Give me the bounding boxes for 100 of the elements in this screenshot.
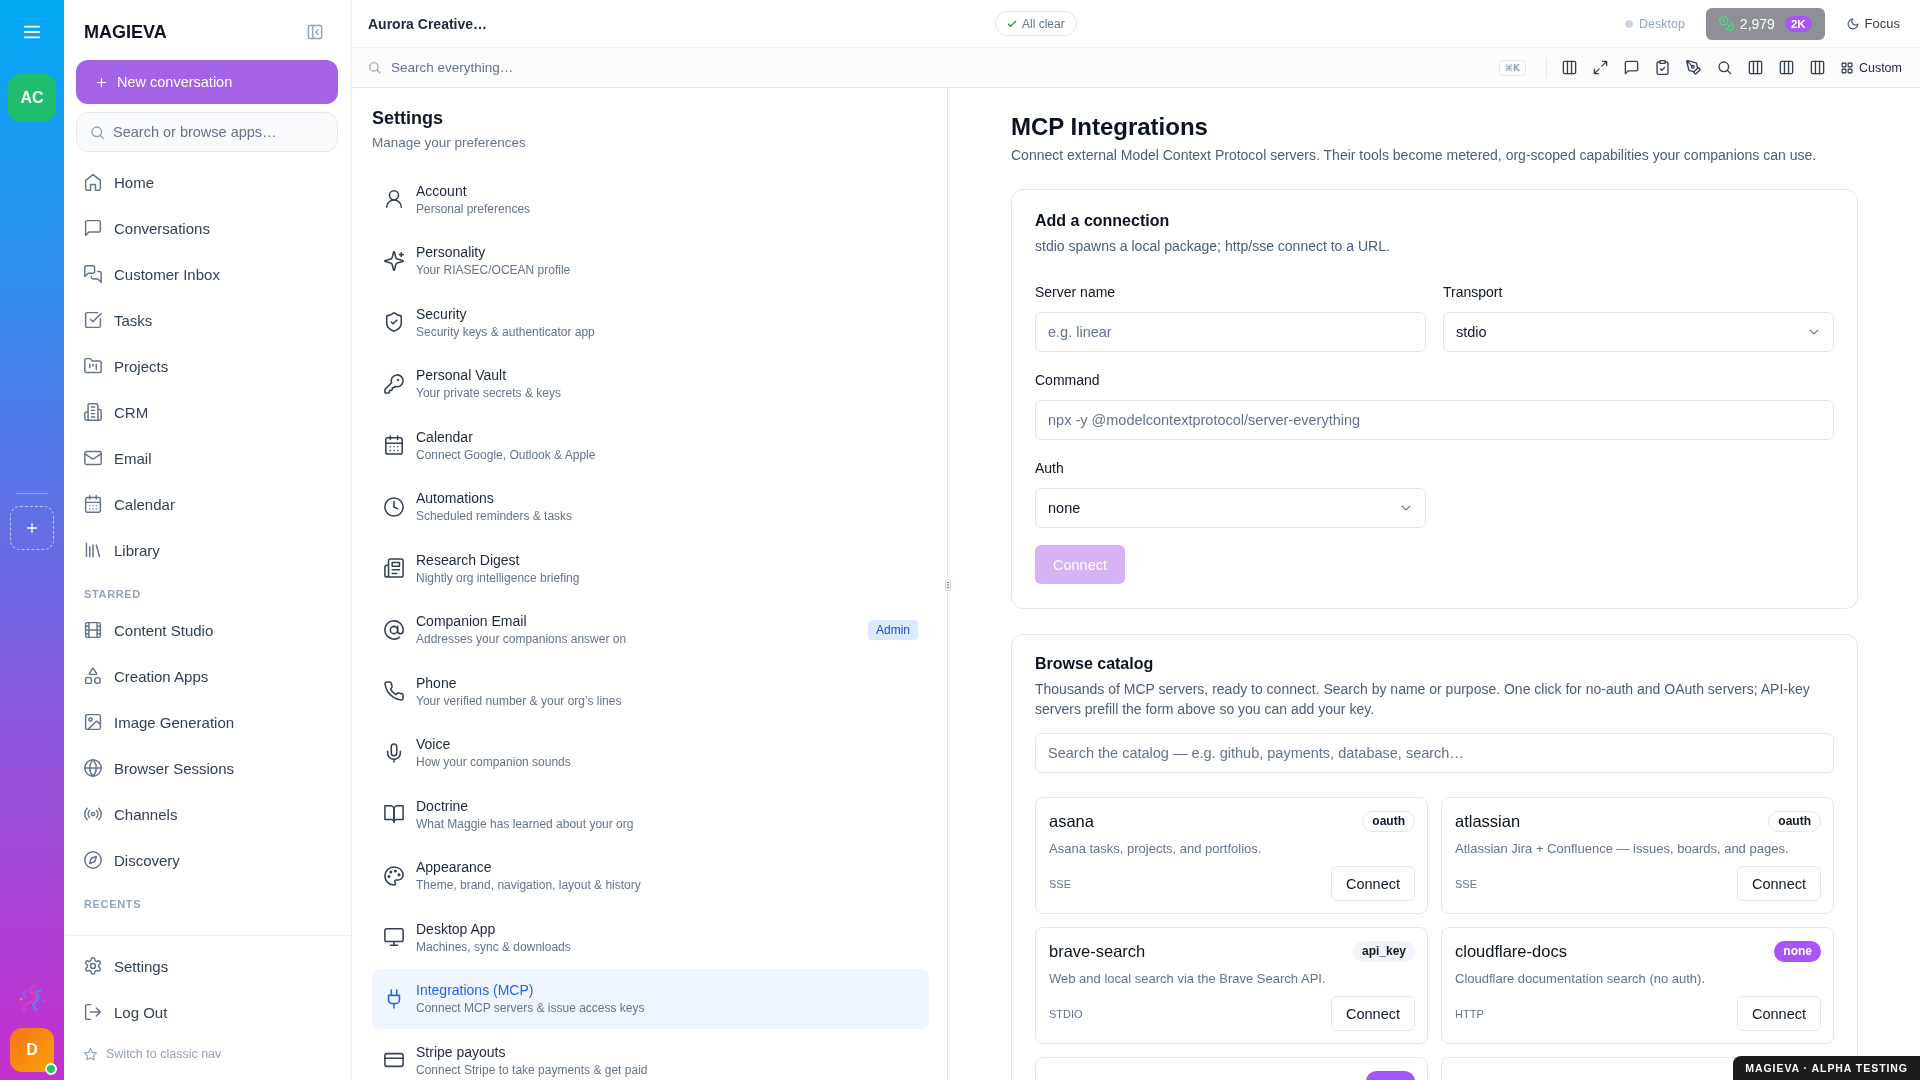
catalog-search-field[interactable]: Search the catalog — e.g. github, payments, database, search… [1035,733,1834,773]
shapes-icon [84,667,102,685]
nav-item[interactable]: Log Out [76,989,339,1035]
columns-icon[interactable] [1747,60,1763,75]
section-item[interactable]: Automations Scheduled reminders & tasks [372,476,929,537]
newspaper-icon [384,558,404,578]
connect-button[interactable]: Connect [1737,996,1821,1031]
transport-label: HTTP [1455,1007,1484,1020]
nav-item[interactable]: Image Generation [76,699,339,745]
nav-item[interactable]: Settings [76,943,339,989]
transport-label: SSE [1049,877,1071,890]
calendar-icon [384,435,404,455]
section-item[interactable]: Calendar Connect Google, Outlook & Apple [372,415,929,475]
section-item[interactable]: Account Personal preferences [372,169,929,229]
panel-left-icon[interactable] [307,24,323,40]
connect-button[interactable]: Connect [1331,996,1415,1031]
search-icon [90,125,105,140]
focus-button[interactable]: Focus [1846,16,1900,31]
section-item[interactable]: Appearance Theme, brand, navigation, layout & history [372,845,929,906]
dropdown-field[interactable]: none [1035,488,1426,528]
sparkles-icon [384,250,404,271]
server-description: Cloudflare documentation search (no auth). [1455,970,1707,988]
nav-item[interactable]: Content Studio [76,607,339,653]
connect-button[interactable]: Connect [1331,866,1415,901]
card-description: Thousands of MCP servers, ready to connect. Search by name or purpose. One click for no-auth and OAuth servers; API-key servers prefill the form above so you can add your key. [1035,680,1811,719]
nav-item[interactable]: Library [76,527,339,573]
auth-badge: none [1774,940,1821,962]
auth-badge: api_key [1352,940,1415,962]
nav-item[interactable]: Customer Inbox [76,251,339,297]
nav-item[interactable]: Conversations [76,205,339,251]
settings-icon [84,957,102,975]
section-item[interactable]: Desktop App Machines, sync & downloads [372,907,929,967]
shield-check-icon [384,312,404,332]
clipboard-check-icon[interactable] [1654,60,1670,75]
section-item[interactable]: Personal Vault Your private secrets & keys [372,353,929,414]
swirl-icon [19,985,45,1013]
auth-badge: oauth [1362,810,1415,832]
server-name: atlassian [1455,811,1521,832]
section-label: RECENTS [83,897,143,912]
server-name: brave-search [1049,941,1146,962]
input-field[interactable]: npx -y @modelcontextprotocol/server-everything [1035,400,1834,440]
columns-icon[interactable] [1809,60,1825,75]
nav-item[interactable]: Browser Sessions [76,745,339,791]
credits-button[interactable]: 2,979 2K [1705,7,1825,40]
columns-icon[interactable] [1778,60,1794,75]
check-icon [1007,18,1017,29]
nav-item[interactable]: Creation Apps [76,653,339,699]
section-item[interactable]: Research Digest Nightly org intelligence briefing [372,538,929,598]
transport-label: SSE [1455,877,1477,890]
add-workspace-button[interactable] [10,506,54,550]
at-sign-icon [384,619,404,640]
microphone-icon [384,742,404,763]
nav-item[interactable]: Home [76,159,339,205]
section-item[interactable]: Voice How your companion sounds [372,722,929,783]
page-description: Connect external Model Context Protocol servers. Their tools become metered, org-scoped capabilities your companions can use. [1011,146,1818,165]
section-item[interactable]: Integrations (MCP) Connect MCP servers & issue access keys [372,968,929,1029]
status-text: All clear [1022,16,1065,31]
compass-icon [84,851,102,869]
columns-icon[interactable] [1561,60,1577,75]
chat-bubble-icon [84,219,102,237]
dropdown-field[interactable]: stdio [1443,312,1834,352]
field-label: Auth [1035,459,1064,478]
role-badge: Admin [868,619,918,640]
home-icon [84,173,102,191]
section-item[interactable]: Personality Your RIASEC/OCEAN profile [372,230,929,291]
card-title: Browse catalog [1035,654,1155,674]
input-field[interactable]: e.g. linear [1035,312,1426,352]
new-conversation-button[interactable]: New conversation [76,60,338,104]
settings-title: Settings [372,107,444,129]
nav-item[interactable]: Calendar [76,481,339,527]
mail-icon [84,449,102,467]
nav-item[interactable]: CRM [76,389,339,435]
nav-item[interactable]: Tasks [76,297,339,343]
search-icon[interactable] [1716,60,1732,75]
section-item[interactable]: Security Security keys & authenticator app [372,292,929,352]
plus-icon [95,75,108,89]
shortcut-hint: ⌘K [1498,59,1526,76]
nav-item[interactable]: Projects [76,343,339,389]
search-input[interactable]: Search everything… [391,60,1483,75]
folder-icon [84,357,102,375]
coins-icon [1718,16,1734,31]
expand-icon[interactable] [1592,60,1608,75]
drag-handle-icon[interactable] [945,579,951,591]
nav-item[interactable]: Channels [76,791,339,837]
connect-button[interactable]: Connect [1737,866,1821,901]
plus-icon [25,521,39,535]
star-icon [84,1047,97,1061]
section-item[interactable]: Companion Email Addresses your companions answer on Admin [372,599,929,660]
pen-tool-icon[interactable] [1685,60,1701,75]
custom-button[interactable]: Custom [1840,60,1902,75]
section-item[interactable]: Doctrine What Maggie has learned about your org [372,784,929,844]
nav-item[interactable]: Discovery [76,837,339,883]
chat-bubble-icon[interactable] [1623,60,1639,75]
logout-icon [84,1003,102,1021]
nav-item[interactable]: Email [76,435,339,481]
section-item[interactable]: Stripe payouts Connect Stripe to take payments & get paid [372,1030,929,1080]
section-item[interactable]: Phone Your verified number & your org’s lines [372,661,929,721]
phone-icon [384,681,404,701]
search-field[interactable]: Search or browse apps… [76,112,338,152]
checkbox-icon [84,311,102,329]
